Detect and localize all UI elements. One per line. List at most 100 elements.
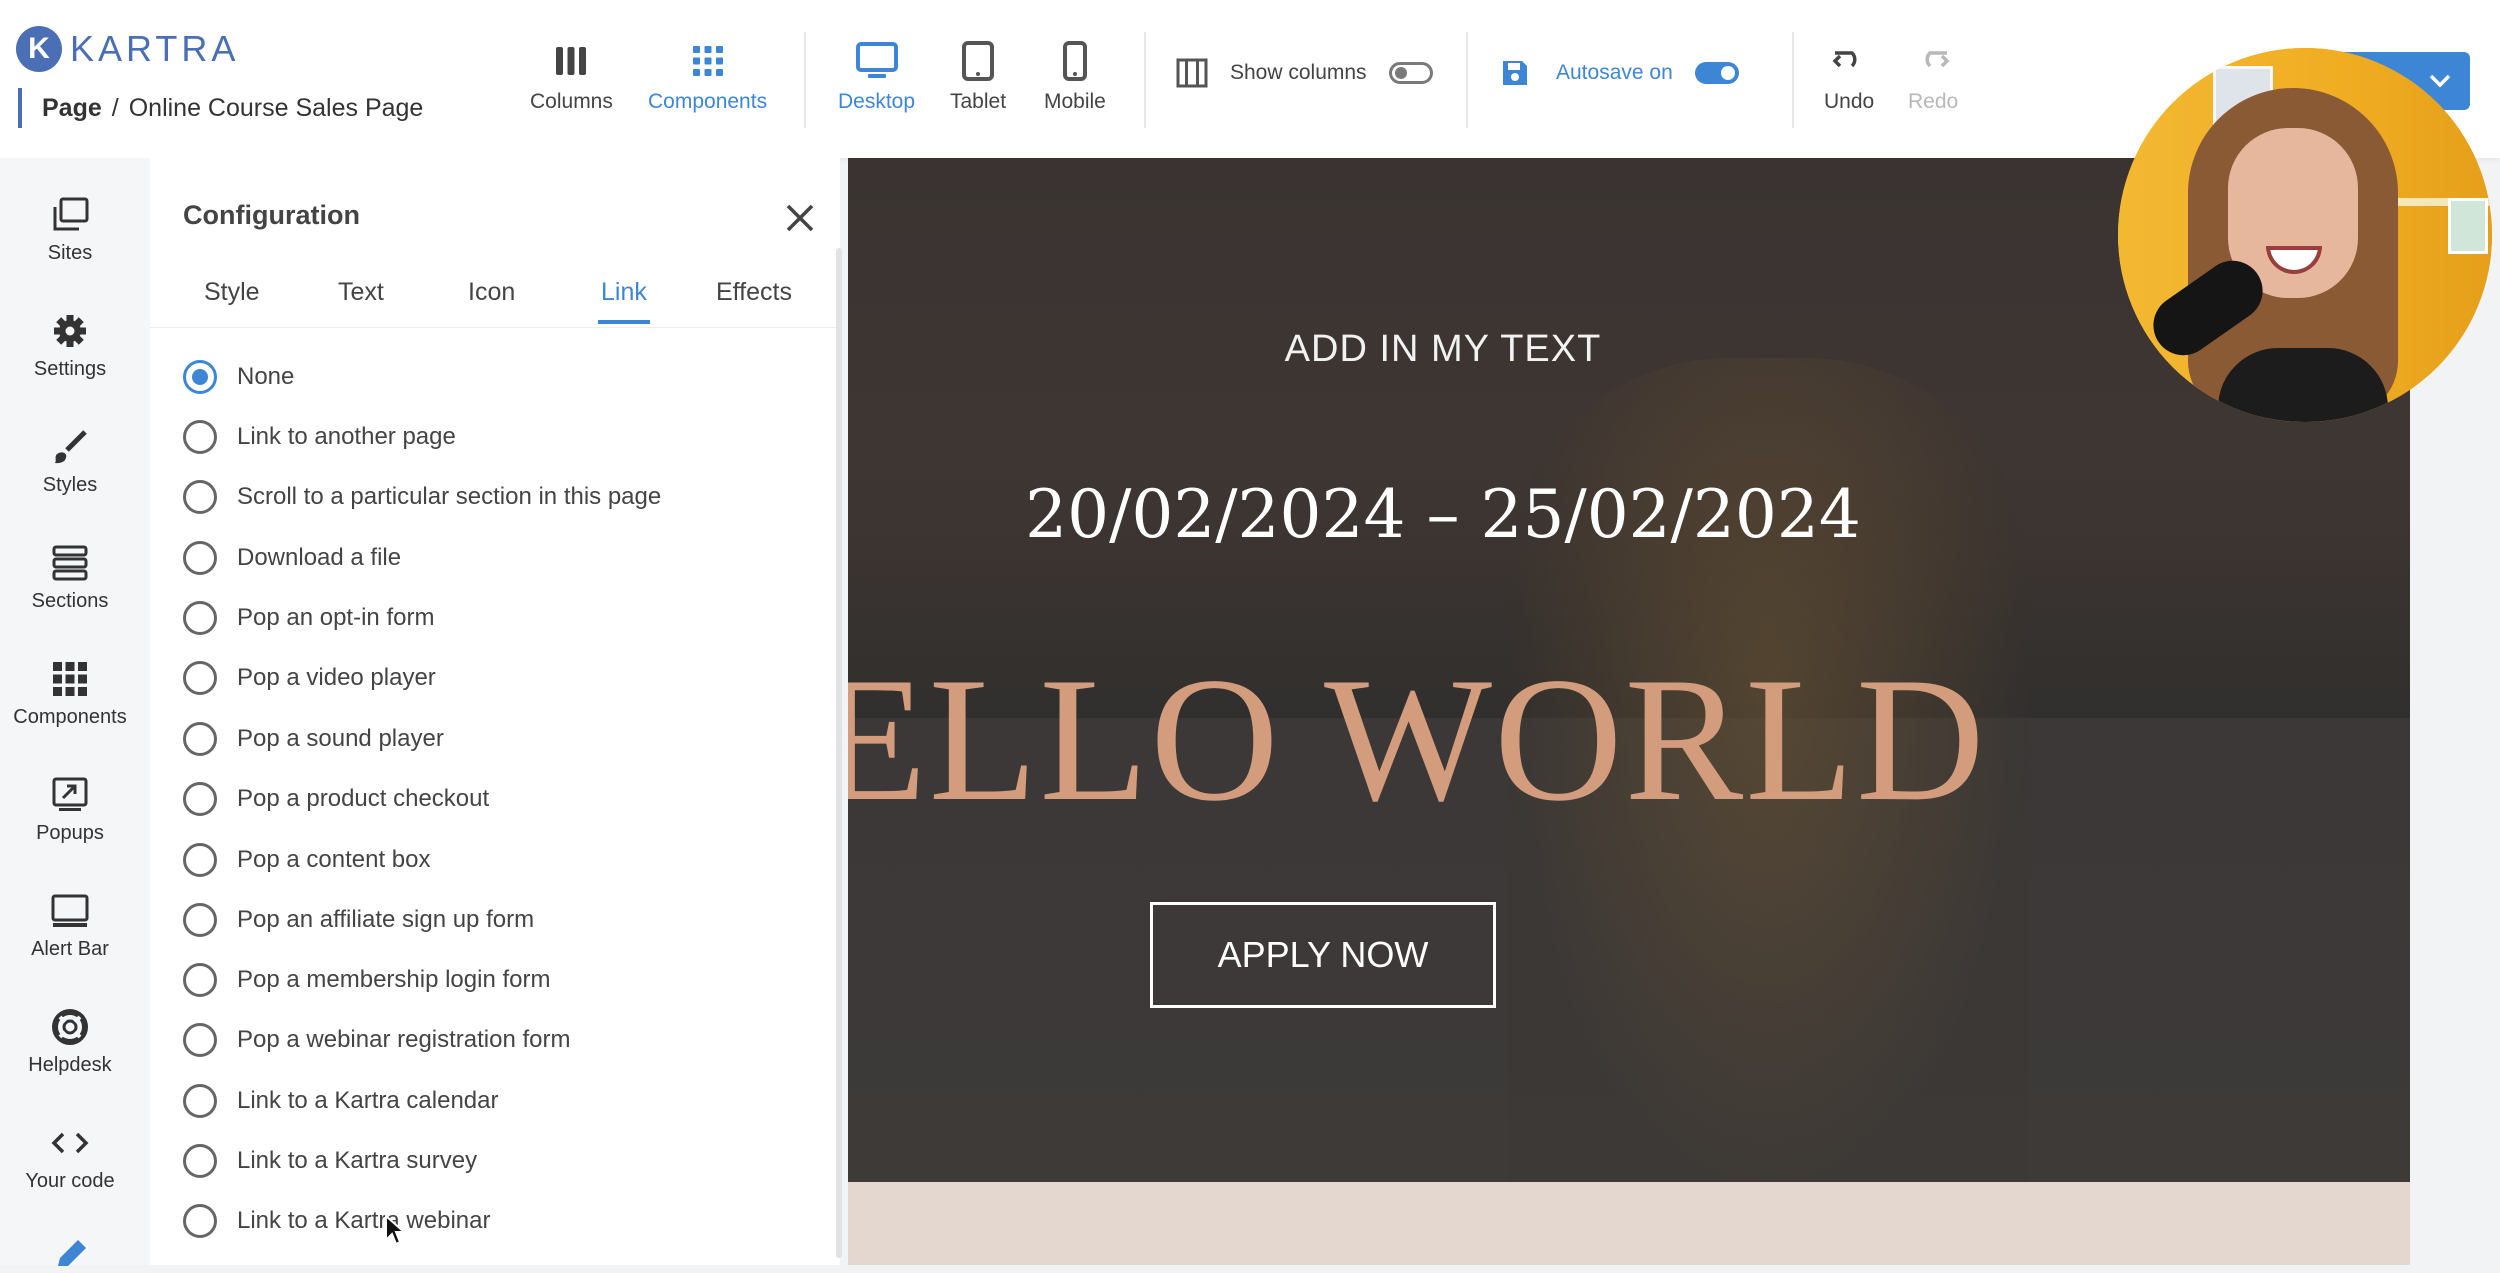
radio-button[interactable]: [183, 541, 217, 575]
sidebar-item-styles[interactable]: Styles: [0, 426, 140, 497]
undo-label: Undo: [1824, 90, 1875, 113]
link-option[interactable]: Scroll to a particular section in this p…: [183, 480, 661, 514]
link-option[interactable]: Pop an opt-in form: [183, 601, 434, 635]
redo-icon: [1916, 38, 1950, 84]
autosave-toggle[interactable]: Autosave on: [1500, 58, 1739, 88]
radio-button[interactable]: [183, 843, 217, 877]
radio-button[interactable]: [183, 722, 217, 756]
radio-button[interactable]: [183, 480, 217, 514]
radio-button[interactable]: [183, 601, 217, 635]
option-label: Pop a sound player: [237, 725, 444, 752]
sidebar-item-components[interactable]: Components: [0, 658, 140, 729]
undo-button[interactable]: Undo: [1824, 38, 1874, 114]
sidebar-item-label: Settings: [33, 358, 107, 380]
breadcrumb-page-name: Online Course Sales Page: [128, 93, 424, 122]
mobile-view-button[interactable]: Mobile: [1044, 38, 1106, 114]
grid-icon: [691, 38, 725, 84]
radio-button[interactable]: [183, 1144, 217, 1178]
pencil-icon[interactable]: [52, 1238, 88, 1273]
radio-button[interactable]: [183, 963, 217, 997]
link-option[interactable]: Pop a membership login form: [183, 963, 550, 997]
sidebar-item-label: Your code: [25, 1170, 115, 1192]
toolbar-divider: [1792, 32, 1794, 128]
presenter-webcam: [2118, 48, 2492, 422]
tab-effects[interactable]: Effects: [716, 278, 792, 307]
sidebar-item-sections[interactable]: Sections: [0, 542, 140, 613]
desktop-label: Desktop: [838, 90, 916, 113]
radio-button[interactable]: [183, 903, 217, 937]
option-label: None: [237, 363, 295, 390]
show-columns-switch[interactable]: [1388, 62, 1433, 84]
tab-link[interactable]: Link: [601, 278, 647, 307]
sidebar-item-sites[interactable]: Sites: [0, 194, 140, 265]
link-option[interactable]: Link to a Kartra webinar: [183, 1204, 490, 1238]
components-button[interactable]: Components: [648, 38, 767, 114]
sidebar-item-alert-bar[interactable]: Alert Bar: [0, 890, 140, 961]
link-option[interactable]: Link to a Kartra calendar: [183, 1084, 498, 1118]
next-section: [848, 1182, 2410, 1265]
grid-icon: [51, 658, 89, 700]
sidebar-item-label: Sites: [47, 242, 93, 264]
toolbar-divider: [804, 32, 806, 128]
radio-button[interactable]: [183, 360, 217, 394]
mobile-icon: [1062, 38, 1087, 84]
apply-now-button[interactable]: APPLY NOW: [1150, 902, 1496, 1008]
option-label: Scroll to a particular section in this p…: [237, 483, 662, 510]
option-label: Link to a Kartra survey: [237, 1147, 478, 1174]
left-sidebar: Sites Settings Styles Sections Component…: [0, 158, 150, 1266]
sidebar-item-helpdesk[interactable]: Helpdesk: [0, 1006, 140, 1077]
autosave-switch[interactable]: [1694, 62, 1739, 84]
tab-style[interactable]: Style: [204, 278, 260, 307]
desktop-view-button[interactable]: Desktop: [838, 38, 915, 114]
hero-subtitle[interactable]: ADD IN MY TEXT: [848, 328, 2038, 371]
option-label: Pop an opt-in form: [237, 604, 435, 631]
columns-button[interactable]: Columns: [530, 38, 613, 114]
close-icon[interactable]: [780, 198, 820, 238]
sidebar-item-settings[interactable]: Settings: [0, 310, 140, 381]
radio-button[interactable]: [183, 1023, 217, 1057]
link-option[interactable]: Pop a video player: [183, 661, 436, 695]
radio-button[interactable]: [183, 420, 217, 454]
undo-icon: [1832, 38, 1866, 84]
logo-mark: K: [16, 26, 62, 72]
link-option-none[interactable]: None: [183, 360, 294, 394]
radio-button[interactable]: [183, 661, 217, 695]
redo-button[interactable]: Redo: [1908, 38, 1958, 114]
hero-title[interactable]: ELLO WORLD: [848, 636, 1987, 842]
columns-label: Columns: [530, 90, 613, 113]
desktop-icon: [855, 38, 898, 84]
link-option[interactable]: Pop an affiliate sign up form: [183, 903, 534, 937]
sidebar-item-your-code[interactable]: Your code: [0, 1122, 140, 1193]
tab-text[interactable]: Text: [338, 278, 384, 307]
radio-button[interactable]: [183, 1204, 217, 1238]
link-option[interactable]: Pop a webinar registration form: [183, 1023, 571, 1057]
breadcrumb-page-label: Page: [42, 93, 102, 122]
link-option[interactable]: Pop a product checkout: [183, 782, 489, 816]
save-icon: [1503, 61, 1527, 85]
show-columns-toggle[interactable]: Show columns: [1176, 58, 1433, 88]
sidebar-item-popups[interactable]: Popups: [0, 774, 140, 845]
presenter-body: [2218, 348, 2388, 422]
link-option[interactable]: Download a file: [183, 541, 401, 575]
radio-button[interactable]: [183, 782, 217, 816]
link-option[interactable]: Pop a sound player: [183, 722, 444, 756]
breadcrumb: Page / Online Course Sales Page: [18, 88, 423, 128]
tablet-view-button[interactable]: Tablet: [950, 38, 1006, 114]
sidebar-item-label: Styles: [42, 474, 98, 496]
panel-scrollbar[interactable]: [836, 248, 842, 1258]
link-option[interactable]: Link to a Kartra survey: [183, 1144, 477, 1178]
link-option[interactable]: Link to another page: [183, 420, 456, 454]
link-option[interactable]: Pop a content box: [183, 843, 430, 877]
option-label: Pop a product checkout: [237, 785, 490, 812]
option-label: Link to another page: [237, 423, 456, 450]
mouse-cursor-icon: [385, 1214, 406, 1246]
configuration-panel: Configuration Style Text Icon Link Effec…: [150, 158, 842, 1265]
radio-button[interactable]: [183, 1084, 217, 1118]
kartra-logo[interactable]: K KARTRA: [16, 26, 239, 72]
sidebar-item-label: Sections: [31, 590, 109, 612]
sections-icon: [51, 542, 89, 584]
sidebar-item-label: Helpdesk: [28, 1054, 112, 1076]
tablet-icon: [962, 38, 995, 84]
hero-date-range[interactable]: 20/02/2024 – 25/02/2024: [848, 476, 2038, 553]
tab-icon[interactable]: Icon: [468, 278, 515, 307]
